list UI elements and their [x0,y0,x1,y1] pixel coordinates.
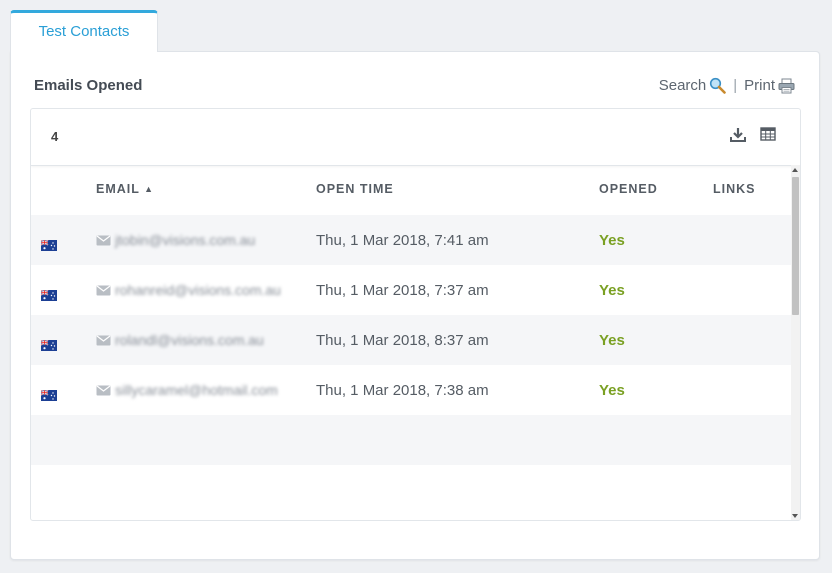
email-address: jtobin@visions.com.au [115,232,256,248]
australia-flag-icon [41,340,57,351]
column-header-open-time[interactable]: OPEN TIME [316,182,394,196]
table-view-icon[interactable] [760,127,776,148]
scroll-up-arrow-icon[interactable] [792,168,798,172]
download-icon[interactable] [730,127,746,148]
opened-status: Yes [599,232,625,249]
emails-opened-panel: Emails Opened Search | Print 4 EMAIL ▲ O… [10,51,820,560]
print-link[interactable]: Print [744,77,795,94]
opened-status: Yes [599,382,625,399]
australia-flag-icon [41,390,57,401]
scroll-thumb[interactable] [792,177,799,315]
envelope-icon [96,385,111,395]
email-header-label: EMAIL [96,182,140,196]
card-actions [730,127,776,148]
australia-flag-icon [41,290,57,301]
search-icon [710,77,727,94]
vertical-scrollbar[interactable] [791,165,800,520]
printer-icon [778,78,795,93]
record-count: 4 [51,129,59,144]
tools-separator: | [733,77,738,94]
email-link[interactable]: jtobin@visions.com.au [96,232,255,248]
emails-card: 4 EMAIL ▲ OPEN TIME OPENED LINKS jtobin@… [30,108,801,521]
column-header-email[interactable]: EMAIL ▲ [96,182,154,196]
search-label: Search [658,77,707,94]
table-row[interactable]: rohanreid@visions.com.au Thu, 1 Mar 2018… [31,265,793,315]
email-address: rolandl@visions.com.au [115,332,264,348]
australia-flag-icon [41,240,57,251]
open-time: Thu, 1 Mar 2018, 8:37 am [316,332,489,349]
envelope-icon [96,235,111,245]
card-header: 4 [31,109,800,166]
email-link[interactable]: sillycaramel@hotmail.com [96,382,278,398]
email-link[interactable]: rolandl@visions.com.au [96,332,264,348]
tab-test-contacts[interactable]: Test Contacts [10,10,158,52]
open-time: Thu, 1 Mar 2018, 7:38 am [316,382,489,399]
scroll-down-arrow-icon[interactable] [792,514,798,518]
email-address: sillycaramel@hotmail.com [115,382,278,398]
emails-table: EMAIL ▲ OPEN TIME OPENED LINKS jtobin@vi… [31,165,793,520]
sort-ascending-icon: ▲ [144,184,155,194]
open-time: Thu, 1 Mar 2018, 7:41 am [316,232,489,249]
table-row[interactable]: rolandl@visions.com.au Thu, 1 Mar 2018, … [31,315,793,365]
email-address: rohanreid@visions.com.au [115,282,281,298]
table-row[interactable]: sillycaramel@hotmail.com Thu, 1 Mar 2018… [31,365,793,415]
envelope-icon [96,285,111,295]
search-link[interactable]: Search [659,77,727,94]
email-link[interactable]: rohanreid@visions.com.au [96,282,281,298]
panel-tools: Search | Print [659,77,795,94]
envelope-icon [96,335,111,345]
column-header-links[interactable]: LINKS [713,182,756,196]
section-title: Emails Opened [34,77,143,94]
table-row[interactable]: jtobin@visions.com.au Thu, 1 Mar 2018, 7… [31,215,793,265]
opened-status: Yes [599,282,625,299]
column-header-opened[interactable]: OPENED [599,182,658,196]
open-time: Thu, 1 Mar 2018, 7:37 am [316,282,489,299]
empty-row [31,415,793,465]
print-label: Print [744,77,775,94]
opened-status: Yes [599,332,625,349]
